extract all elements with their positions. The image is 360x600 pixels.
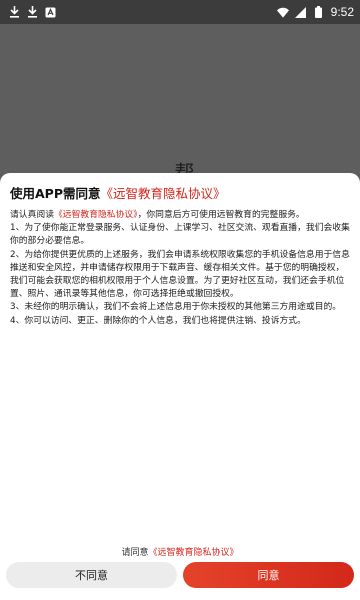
download-icon <box>8 6 20 18</box>
battery-icon <box>313 6 325 18</box>
status-time: 9:52 <box>330 5 354 19</box>
policy-intro-link[interactable]: 《远智教育隐私协议》 <box>54 210 138 220</box>
policy-intro: 请认真阅读《远智教育隐私协议》，你同意后方可使用远智教育的完整服务。 <box>10 209 350 222</box>
policy-paragraph-1: 1、为了使你能正常登录服务、认证身份、上课学习、社区交流、观看直播，我们会收集你… <box>10 223 350 247</box>
policy-content: 请认真阅读《远智教育隐私协议》，你同意后方可使用远智教育的完整服务。 1、为了使… <box>10 209 350 328</box>
dialog-title: 使用APP需同意《远智教育隐私协议》 <box>10 183 226 202</box>
policy-intro-suffix: ，你同意后方可使用远智教育的完整服务。 <box>137 210 305 220</box>
wifi-icon <box>276 6 289 18</box>
signal-icon <box>295 6 307 18</box>
decline-button[interactable]: 不同意 <box>6 562 177 588</box>
agree-hint-prefix: 请同意 <box>121 548 149 558</box>
status-bar-right: 9:52 <box>276 5 354 19</box>
download-icon <box>26 6 38 18</box>
accept-button[interactable]: 同意 <box>183 562 354 588</box>
policy-paragraph-2: 2、为给你提供更优质的上述服务，我们会申请系统权限收集您的手机设备信息用于信息推… <box>10 249 350 300</box>
dialog-title-text: 使用APP需同意 <box>10 186 101 201</box>
agree-hint-policy-link[interactable]: 《远智教育隐私协议》 <box>149 548 239 558</box>
app-notification-icon <box>44 6 56 18</box>
status-bar-left <box>8 6 56 18</box>
agree-hint: 请同意《远智教育隐私协议》 <box>0 545 360 558</box>
policy-intro-prefix: 请认真阅读 <box>10 210 54 220</box>
dialog-title-policy-link[interactable]: 《远智教育隐私协议》 <box>101 186 226 201</box>
policy-paragraph-3: 3、未经你的明示确认，我们不会将上述信息用于你未授权的其他第三方用途或目的。 <box>10 302 342 313</box>
privacy-dialog: 使用APP需同意《远智教育隐私协议》 请认真阅读《远智教育隐私协议》，你同意后方… <box>0 173 360 600</box>
policy-paragraph-4: 4、你可以访问、更正、删除你的个人信息，我们也将提供注销、投诉方式。 <box>10 315 306 326</box>
status-bar: 9:52 <box>0 0 360 24</box>
